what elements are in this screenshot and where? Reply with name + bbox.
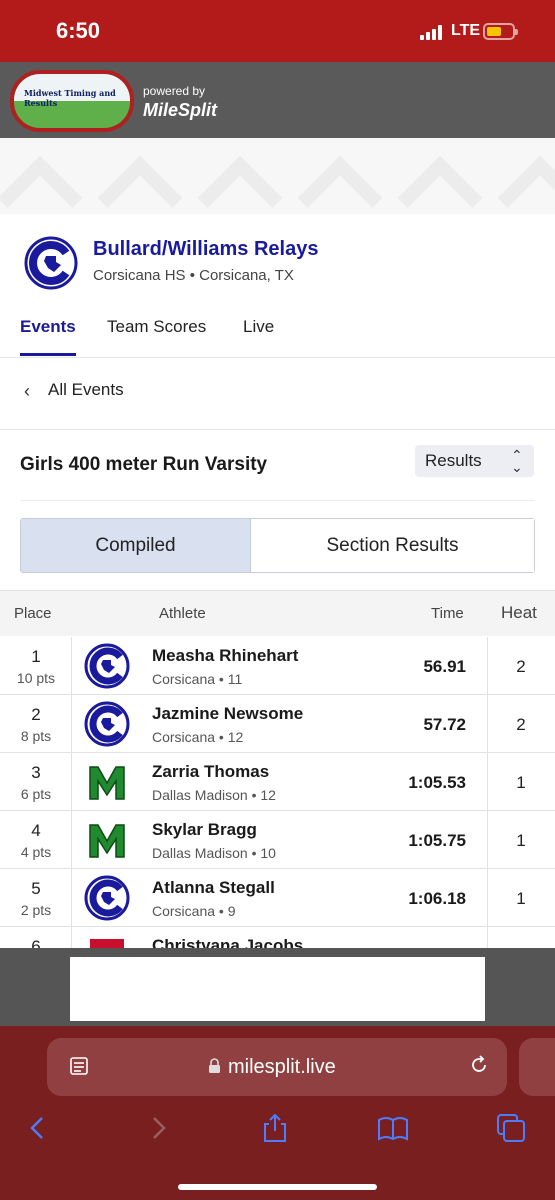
athlete-name[interactable]: Atlanna Stegall [152, 878, 275, 898]
heat: 1 [516, 831, 526, 850]
milesplit-logo[interactable]: MileSplit [143, 100, 217, 121]
place: 2 [31, 705, 41, 724]
tab-team-scores[interactable]: Team Scores [107, 317, 206, 337]
result-time: 1:05.53 [408, 773, 466, 792]
athlete-name[interactable]: Skylar Bragg [152, 820, 257, 840]
ad-banner[interactable] [70, 957, 485, 1021]
place: 5 [31, 879, 41, 898]
battery-icon [483, 23, 518, 40]
reader-icon[interactable] [69, 1056, 89, 1076]
all-events-link[interactable]: All Events [48, 380, 124, 400]
heat: 1 [516, 889, 526, 908]
url-text[interactable]: milesplit.live [228, 1056, 336, 1079]
meet-title[interactable]: Bullard/Williams Relays [93, 238, 318, 261]
meet-location: Corsicana HS • Corsicana, TX [93, 267, 294, 284]
header-heat: Heat [501, 603, 537, 622]
chevron-up-down-icon: ⌃ ⌄ [511, 447, 523, 475]
place: 3 [31, 763, 41, 782]
place: 1 [31, 647, 41, 666]
meet-header [0, 214, 555, 358]
athlete-name[interactable]: Jazmine Newsome [152, 704, 303, 724]
heat: 2 [516, 657, 526, 676]
athlete-team: Dallas Madison • 12 [152, 787, 276, 803]
header-time: Time [431, 605, 464, 622]
header-place: Place [14, 605, 52, 622]
forward-arrow-icon[interactable] [142, 1112, 174, 1144]
powered-by-label: powered by [143, 84, 206, 98]
points: 10 pts [16, 670, 56, 686]
section-results-button[interactable]: Section Results [251, 519, 534, 572]
result-time: 57.72 [423, 715, 466, 734]
corsicana-logo [24, 236, 78, 290]
table-row[interactable]: 4 4 pts Skylar Bragg Dallas Madison • 10… [0, 811, 555, 869]
bookmarks-icon[interactable] [377, 1112, 409, 1144]
tab-events[interactable]: Events [20, 317, 76, 337]
compiled-button[interactable]: Compiled [21, 519, 251, 572]
athlete-name[interactable]: Zarria Thomas [152, 762, 269, 782]
result-time: 56.91 [423, 657, 466, 676]
back-arrow-icon[interactable] [22, 1112, 54, 1144]
athlete-name[interactable]: Measha Rhinehart [152, 646, 298, 666]
table-row[interactable]: 2 8 pts Jazmine Newsome Corsicana • 12 5… [0, 695, 555, 753]
event-title: Girls 400 meter Run Varsity [20, 454, 268, 475]
reload-icon[interactable] [468, 1054, 490, 1076]
status-time: 6:50 [56, 18, 101, 43]
table-row[interactable]: 1 10 pts Measha Rhinehart Corsicana • 11… [0, 637, 555, 695]
place: 4 [31, 821, 41, 840]
athlete-team: Dallas Madison • 10 [152, 845, 276, 861]
view-select[interactable]: Results ⌃ ⌄ [415, 445, 534, 477]
timing-logo-text: Midwest Timing and Results [24, 88, 116, 108]
madison-logo [86, 761, 128, 803]
brand-bar: Midwest Timing and Results [0, 62, 555, 138]
athlete-team: Corsicana • 9 [152, 903, 236, 919]
result-time: 1:05.75 [408, 831, 466, 850]
hero-banner [0, 138, 555, 214]
corsicana-logo [84, 643, 130, 689]
heat: 1 [516, 773, 526, 792]
athlete-team: Corsicana • 11 [152, 671, 243, 687]
points: 8 pts [20, 728, 52, 744]
tabs-icon[interactable] [495, 1112, 527, 1144]
lock-icon [209, 1058, 220, 1073]
results-table-header: Place Athlete Time Heat [0, 590, 555, 636]
view-select-value: Results [425, 451, 482, 470]
tab-live[interactable]: Live [243, 317, 274, 337]
chevron-left-icon[interactable]: ‹ [24, 381, 30, 402]
table-row[interactable]: 3 6 pts Zarria Thomas Dallas Madison • 1… [0, 753, 555, 811]
divider [20, 500, 535, 501]
results-mode-toggle: Compiled Section Results [20, 518, 535, 573]
home-indicator [178, 1184, 377, 1190]
header-athlete: Athlete [159, 605, 206, 622]
timing-logo[interactable]: Midwest Timing and Results [10, 70, 134, 132]
points: 4 pts [20, 844, 52, 860]
corsicana-logo [84, 701, 130, 747]
signal-icon [420, 24, 446, 40]
madison-logo [86, 819, 128, 861]
points: 6 pts [20, 786, 52, 802]
corsicana-logo [84, 875, 130, 921]
status-bar: 6:50 LTE [0, 0, 555, 62]
table-row[interactable]: 5 2 pts Atlanna Stegall Corsicana • 9 1:… [0, 869, 555, 927]
result-time: 1:06.18 [408, 889, 466, 908]
points: 2 pts [20, 902, 52, 918]
athlete-team: Corsicana • 12 [152, 729, 244, 745]
heat: 2 [516, 715, 526, 734]
next-tab-peek[interactable] [519, 1038, 555, 1096]
network-label: LTE [451, 22, 481, 39]
active-tab-indicator [20, 353, 76, 356]
share-icon[interactable] [259, 1112, 291, 1144]
